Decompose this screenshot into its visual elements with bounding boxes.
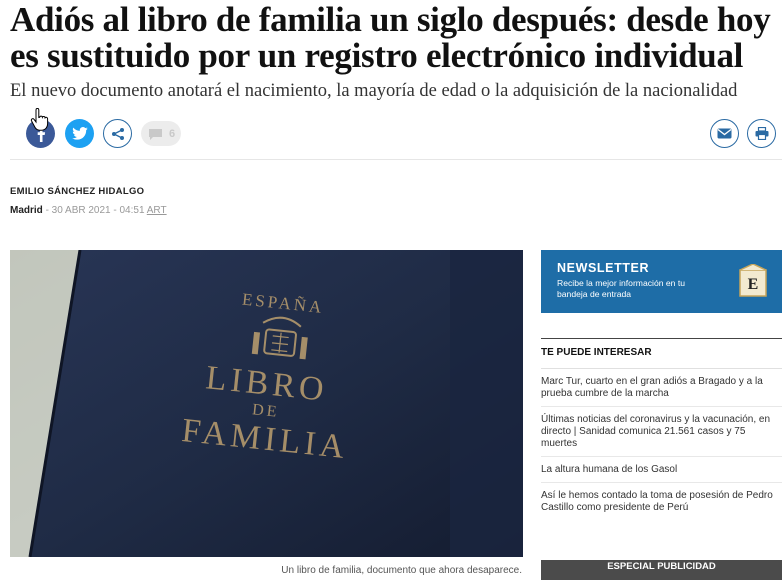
- comment-count: 6: [169, 127, 176, 140]
- print-icon: [755, 127, 768, 140]
- recommended-item[interactable]: Marc Tur, cuarto en el gran adiós a Brag…: [541, 369, 782, 407]
- svg-text:E: E: [748, 276, 759, 293]
- email-button[interactable]: [710, 119, 739, 148]
- share-button[interactable]: [103, 119, 132, 148]
- share-bar: 6: [10, 112, 782, 160]
- author-name[interactable]: EMILIO SÁNCHEZ HIDALGO: [10, 186, 144, 197]
- family-book-photo: ESPAÑA LIBRO DE FAMILIA: [10, 250, 523, 557]
- twitter-icon: [71, 127, 88, 140]
- recommended-item[interactable]: La altura humana de los Gasol: [541, 457, 782, 483]
- twitter-share-button[interactable]: [65, 119, 94, 148]
- article-image[interactable]: ESPAÑA LIBRO DE FAMILIA: [10, 250, 523, 557]
- print-button[interactable]: [747, 119, 776, 148]
- special-advertising-header: ESPECIAL PUBLICIDAD: [541, 560, 782, 580]
- share-icon: [111, 127, 124, 140]
- newsletter-text: Recibe la mejor información en tu bandej…: [557, 278, 686, 299]
- publish-date: 30 ABR 2021 - 04:51: [51, 205, 145, 216]
- image-caption: Un libro de familia, documento que ahora…: [281, 565, 522, 576]
- timezone: ART: [146, 205, 167, 216]
- newsletter-banner[interactable]: NEWSLETTER Recibe la mejor información e…: [541, 250, 782, 313]
- hand-cursor-icon: [30, 108, 49, 131]
- article-subheadline: El nuevo documento anotará el nacimiento…: [10, 81, 738, 101]
- comment-icon: [149, 128, 162, 140]
- book-title-line2: DE: [251, 401, 280, 421]
- newsletter-title: NEWSLETTER: [557, 261, 650, 275]
- recommended-item[interactable]: Últimas noticias del coronavirus y la va…: [541, 407, 782, 457]
- byline-meta: Madrid - 30 ABR 2021 - 04:51 ART: [10, 205, 167, 216]
- byline-city: Madrid: [10, 205, 43, 216]
- recommended-title: TE PUEDE INTERESAR: [541, 338, 782, 369]
- comments-button[interactable]: 6: [141, 121, 181, 146]
- recommended-section: TE PUEDE INTERESAR Marc Tur, cuarto en e…: [541, 338, 782, 520]
- article-headline: Adiós al libro de familia un siglo despu…: [10, 0, 771, 75]
- newsletter-envelope-icon: E: [739, 264, 767, 297]
- email-icon: [717, 128, 732, 139]
- recommended-item[interactable]: Así le hemos contado la toma de posesión…: [541, 483, 782, 520]
